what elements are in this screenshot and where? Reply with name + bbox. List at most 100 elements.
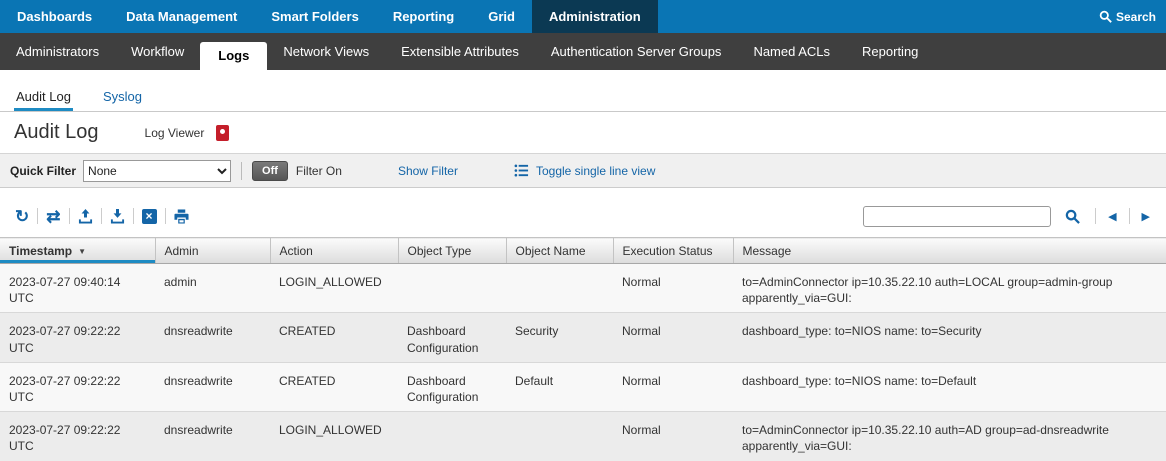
divider bbox=[1095, 208, 1096, 224]
tab-workflow[interactable]: Workflow bbox=[115, 33, 200, 70]
toggle-single-line-label: Toggle single line view bbox=[536, 164, 655, 178]
previous-page-button[interactable]: ◀ bbox=[1104, 210, 1120, 223]
top-navigation: Dashboards Data Management Smart Folders… bbox=[0, 0, 1166, 33]
upload-icon bbox=[78, 209, 93, 224]
tab-syslog[interactable]: Syslog bbox=[101, 89, 144, 111]
next-page-button[interactable]: ▶ bbox=[1138, 210, 1154, 223]
column-header-action[interactable]: Action bbox=[270, 238, 398, 264]
cell-action: LOGIN_ALLOWED bbox=[270, 412, 398, 461]
audit-log-table: Timestamp▼ Admin Action Object Type Obje… bbox=[0, 237, 1166, 461]
cell-execution-status: Normal bbox=[613, 264, 733, 313]
print-icon bbox=[174, 209, 189, 224]
refresh-button[interactable]: ↻ bbox=[8, 208, 36, 225]
nav-administration[interactable]: Administration bbox=[532, 0, 658, 33]
sort-desc-icon: ▼ bbox=[78, 247, 86, 256]
print-button[interactable] bbox=[167, 209, 196, 224]
log-tabs: Audit Log Syslog bbox=[0, 83, 1166, 112]
download-button[interactable] bbox=[103, 209, 132, 224]
administration-tab-bar: Administrators Workflow Logs Network Vie… bbox=[0, 33, 1166, 70]
log-viewer-label: Log Viewer bbox=[145, 126, 205, 140]
download-icon bbox=[110, 209, 125, 224]
divider bbox=[165, 208, 166, 224]
cell-admin: dnsreadwrite bbox=[155, 362, 270, 411]
cell-action: LOGIN_ALLOWED bbox=[270, 264, 398, 313]
swap-arrows-icon: ⇄ bbox=[46, 208, 60, 225]
column-header-message[interactable]: Message bbox=[733, 238, 1166, 264]
toolbar-search-area: ◀ ▶ bbox=[863, 206, 1158, 227]
quick-filter-select[interactable]: None bbox=[83, 160, 231, 182]
column-header-admin[interactable]: Admin bbox=[155, 238, 270, 264]
nav-grid[interactable]: Grid bbox=[471, 0, 532, 33]
refresh-icon: ↻ bbox=[15, 208, 29, 225]
page-title: Audit Log bbox=[14, 121, 99, 144]
tab-named-acls[interactable]: Named ACLs bbox=[737, 33, 846, 70]
tab-audit-log[interactable]: Audit Log bbox=[14, 89, 73, 111]
divider bbox=[133, 208, 134, 224]
quick-filter-label: Quick Filter bbox=[10, 164, 76, 178]
cell-object-name bbox=[506, 412, 613, 461]
table-row[interactable]: 2023-07-27 09:22:22 UTC dnsreadwrite CRE… bbox=[0, 362, 1166, 411]
cell-action: CREATED bbox=[270, 362, 398, 411]
divider bbox=[101, 208, 102, 224]
cell-object-name bbox=[506, 264, 613, 313]
divider bbox=[1129, 208, 1130, 224]
table-row[interactable]: 2023-07-27 09:40:14 UTC admin LOGIN_ALLO… bbox=[0, 264, 1166, 313]
show-filter-link[interactable]: Show Filter bbox=[398, 164, 458, 178]
table-search-input[interactable] bbox=[863, 206, 1051, 227]
tab-extensible-attributes[interactable]: Extensible Attributes bbox=[385, 33, 535, 70]
cell-message: dashboard_type: to=NIOS name: to=Securit… bbox=[733, 313, 1166, 362]
cell-message: dashboard_type: to=NIOS name: to=Default bbox=[733, 362, 1166, 411]
divider bbox=[69, 208, 70, 224]
cell-execution-status: Normal bbox=[613, 313, 733, 362]
cell-admin: admin bbox=[155, 264, 270, 313]
global-search-label: Search bbox=[1116, 10, 1156, 24]
nav-dashboards[interactable]: Dashboards bbox=[0, 0, 109, 33]
table-header-row: Timestamp▼ Admin Action Object Type Obje… bbox=[0, 238, 1166, 264]
upload-button[interactable] bbox=[71, 209, 100, 224]
filter-off-toggle[interactable]: Off bbox=[252, 161, 288, 181]
cell-timestamp: 2023-07-27 09:40:14 UTC bbox=[0, 264, 155, 313]
chevron-left-icon: ◀ bbox=[1108, 211, 1116, 223]
list-view-icon bbox=[514, 163, 529, 178]
cell-object-type bbox=[398, 264, 506, 313]
column-header-object-name[interactable]: Object Name bbox=[506, 238, 613, 264]
table-row[interactable]: 2023-07-27 09:22:22 UTC dnsreadwrite LOG… bbox=[0, 412, 1166, 461]
chevron-right-icon: ▶ bbox=[1142, 211, 1150, 223]
filter-on-label: Filter On bbox=[296, 164, 342, 178]
column-header-execution-status[interactable]: Execution Status bbox=[613, 238, 733, 264]
search-icon bbox=[1065, 209, 1080, 224]
tab-administrators[interactable]: Administrators bbox=[0, 33, 115, 70]
table-search-button[interactable] bbox=[1058, 209, 1087, 224]
cell-object-type bbox=[398, 412, 506, 461]
cell-timestamp: 2023-07-27 09:22:22 UTC bbox=[0, 313, 155, 362]
export-button[interactable]: × bbox=[135, 209, 164, 224]
column-header-timestamp[interactable]: Timestamp▼ bbox=[0, 238, 155, 264]
tab-authentication-server-groups[interactable]: Authentication Server Groups bbox=[535, 33, 738, 70]
cell-object-type: Dashboard Configuration bbox=[398, 313, 506, 362]
cell-message: to=AdminConnector ip=10.35.22.10 auth=LO… bbox=[733, 264, 1166, 313]
restart-services-button[interactable]: ⇄ bbox=[39, 208, 67, 225]
cell-admin: dnsreadwrite bbox=[155, 313, 270, 362]
export-icon: × bbox=[142, 209, 157, 224]
cell-timestamp: 2023-07-27 09:22:22 UTC bbox=[0, 412, 155, 461]
table-row[interactable]: 2023-07-27 09:22:22 UTC dnsreadwrite CRE… bbox=[0, 313, 1166, 362]
divider bbox=[241, 162, 242, 180]
nav-data-management[interactable]: Data Management bbox=[109, 0, 254, 33]
tab-logs[interactable]: Logs bbox=[200, 42, 267, 70]
toggle-single-line-view[interactable]: Toggle single line view bbox=[514, 163, 655, 178]
nav-smart-folders[interactable]: Smart Folders bbox=[254, 0, 375, 33]
title-row: Audit Log Log Viewer bbox=[0, 112, 1166, 154]
nav-reporting[interactable]: Reporting bbox=[376, 0, 471, 33]
cell-admin: dnsreadwrite bbox=[155, 412, 270, 461]
tab-network-views[interactable]: Network Views bbox=[267, 33, 385, 70]
global-search[interactable]: Search bbox=[1099, 0, 1156, 33]
cell-object-name: Default bbox=[506, 362, 613, 411]
column-header-object-type[interactable]: Object Type bbox=[398, 238, 506, 264]
cell-timestamp: 2023-07-27 09:22:22 UTC bbox=[0, 362, 155, 411]
tab-reporting[interactable]: Reporting bbox=[846, 33, 934, 70]
divider bbox=[37, 208, 38, 224]
bookmark-icon[interactable] bbox=[216, 125, 229, 141]
cell-action: CREATED bbox=[270, 313, 398, 362]
cell-object-type: Dashboard Configuration bbox=[398, 362, 506, 411]
cell-message: to=AdminConnector ip=10.35.22.10 auth=AD… bbox=[733, 412, 1166, 461]
